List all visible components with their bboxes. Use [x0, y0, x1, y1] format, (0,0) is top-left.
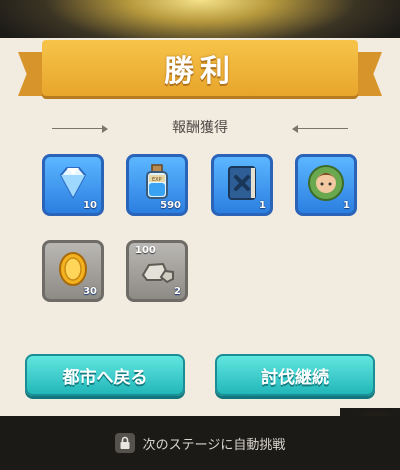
header-arrow-right [292, 125, 298, 133]
reward-count: 1 [343, 200, 350, 211]
gem-icon [59, 167, 87, 200]
gold-coin-icon [59, 252, 87, 286]
header-rule-right [296, 128, 348, 129]
stone-ore-icon [141, 262, 174, 284]
reward-tile-coin[interactable]: 30 [42, 240, 104, 302]
svg-text:EXP: EXP [152, 177, 162, 183]
footer-bar: 次のステージに自動挑戦 [0, 416, 400, 470]
return-to-city-button[interactable]: 都市へ戻る [25, 354, 185, 396]
auto-battle-toggle[interactable]: 次のステージに自動挑戦 [0, 431, 400, 455]
rewards-header: 報酬獲得 [0, 118, 400, 140]
reward-count: 10 [83, 200, 97, 211]
reward-tile-hero[interactable]: 1 [295, 154, 357, 216]
reward-count: 590 [160, 200, 181, 211]
reward-count: 1 [259, 200, 266, 211]
hero-portrait-icon [308, 165, 344, 201]
reward-tile-potion[interactable]: EXP 590 [126, 154, 188, 216]
victory-title: 勝利 [164, 54, 236, 89]
auto-battle-label: 次のステージに自動挑戦 [142, 437, 286, 453]
reward-count: 30 [83, 286, 97, 297]
potion-bottle-icon: EXP [146, 164, 168, 199]
continue-hunt-button[interactable]: 討伐継続 [215, 354, 375, 396]
reward-tile-stone[interactable]: 100 2 [126, 240, 188, 302]
reward-tile-gem[interactable]: 10 [42, 154, 104, 216]
spellbook-icon [228, 166, 256, 200]
reward-count: 2 [174, 286, 181, 297]
reward-tile-book[interactable]: 1 [211, 154, 273, 216]
lock-icon [114, 433, 135, 453]
